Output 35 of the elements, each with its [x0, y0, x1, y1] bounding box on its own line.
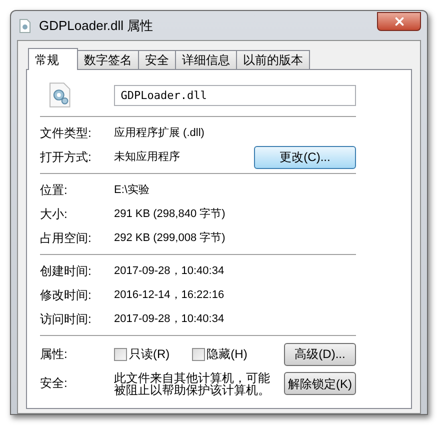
tab[interactable]: 常规	[28, 48, 78, 70]
tab[interactable]: 数字签名	[77, 50, 139, 69]
close-icon	[392, 15, 406, 28]
property-value: E:\实验	[114, 182, 150, 198]
property-label: 占用空间:	[40, 230, 92, 247]
tab[interactable]: 详细信息	[175, 50, 237, 69]
property-value: 应用程序扩展 (.dll)	[114, 126, 204, 141]
property-label: 访问时间:	[40, 311, 92, 328]
property-label: 创建时间:	[40, 263, 92, 280]
filename-field[interactable]: GDPLoader.dll	[114, 84, 356, 106]
dialog-button[interactable]: 高级(D)...	[284, 342, 356, 366]
checkbox[interactable]: 只读(R)	[114, 345, 170, 363]
window-title: GDPLoader.dll 属性	[39, 16, 154, 35]
property-value: 2017-09-28，10:40:34	[114, 264, 224, 279]
property-label: 属性:	[40, 346, 68, 363]
property-label: 安全:	[40, 375, 68, 392]
file-icon	[19, 18, 31, 32]
close-button[interactable]	[377, 12, 421, 31]
property-value: 2016-12-14，16:22:16	[114, 288, 224, 303]
tab[interactable]: 安全	[138, 50, 176, 69]
property-label: 大小:	[40, 206, 68, 223]
property-label: 位置:	[40, 182, 68, 199]
property-value: 未知应用程序	[114, 150, 180, 165]
property-value: 2017-09-28，10:40:34	[114, 312, 224, 327]
dialog-button[interactable]: 更改(C)...	[254, 146, 356, 168]
property-value: 291 KB (298,840 字节)	[114, 206, 226, 222]
settings-file-icon	[49, 82, 71, 108]
property-label: 修改时间:	[40, 287, 92, 304]
dialog-button[interactable]: 解除锁定(K)	[284, 372, 356, 395]
security-text: 此文件来自其他计算机，可能被阻止以帮助保护该计算机。	[114, 372, 271, 396]
property-value: 292 KB (299,008 字节)	[114, 230, 226, 246]
property-label: 打开方式:	[40, 149, 92, 166]
property-label: 文件类型:	[40, 125, 92, 142]
checkbox[interactable]: 隐藏(H)	[192, 345, 248, 363]
tab[interactable]: 以前的版本	[236, 50, 310, 69]
